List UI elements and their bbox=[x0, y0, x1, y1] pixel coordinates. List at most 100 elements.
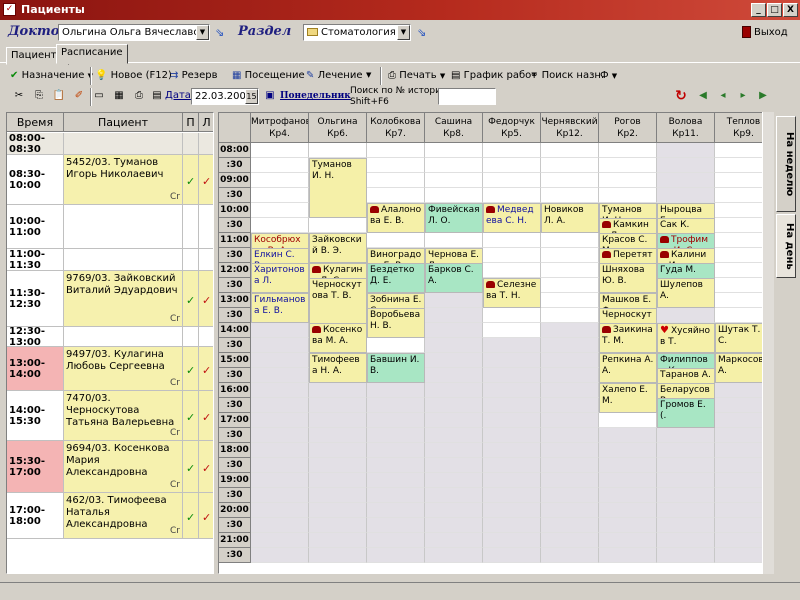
row-l-cell[interactable]: ✓ bbox=[199, 155, 213, 204]
grid-slot[interactable] bbox=[425, 383, 483, 398]
tab-schedule[interactable]: Расписание bbox=[56, 44, 128, 64]
grid-slot[interactable] bbox=[483, 173, 541, 188]
first-page-icon[interactable]: ◀ bbox=[694, 87, 712, 105]
row-l-cell[interactable] bbox=[199, 249, 213, 270]
doctor-column-header[interactable]: Чернявский Кр12. bbox=[541, 113, 599, 143]
grid-slot[interactable] bbox=[425, 368, 483, 383]
grid-slot[interactable] bbox=[541, 293, 599, 308]
grid-slot[interactable] bbox=[251, 428, 309, 443]
grid-slot[interactable] bbox=[367, 533, 425, 548]
grid-slot[interactable] bbox=[425, 458, 483, 473]
grid-slot[interactable] bbox=[599, 518, 657, 533]
grid-slot[interactable] bbox=[657, 488, 715, 503]
prev-icon[interactable]: ◂ bbox=[714, 87, 732, 105]
grid-slot[interactable] bbox=[483, 458, 541, 473]
grid-slot[interactable] bbox=[541, 188, 599, 203]
grid-slot[interactable] bbox=[483, 533, 541, 548]
appointment-cell[interactable]: Воробьева Н. В. bbox=[367, 308, 425, 338]
grid-slot[interactable] bbox=[541, 323, 599, 338]
table-row[interactable]: 10:00-11:00 bbox=[7, 205, 213, 249]
grid-slot[interactable] bbox=[599, 488, 657, 503]
grid-slot[interactable] bbox=[425, 503, 483, 518]
apply-doctor-icon[interactable]: ⇘ bbox=[215, 26, 224, 39]
grid-slot[interactable] bbox=[367, 173, 425, 188]
grid-slot[interactable] bbox=[309, 518, 367, 533]
appointment-cell[interactable]: Халепо Е. М. bbox=[599, 383, 657, 413]
treatment-dropdown[interactable]: ▼ bbox=[366, 66, 371, 85]
grid-slot[interactable] bbox=[483, 353, 541, 368]
refresh-icon[interactable]: ↻ bbox=[672, 87, 690, 105]
grid-slot[interactable] bbox=[251, 338, 309, 353]
appointment-cell[interactable]: Косенкова М. А. bbox=[309, 323, 367, 353]
row-l-cell[interactable]: ✓ bbox=[199, 271, 213, 326]
appointment-cell[interactable]: Фивейская Л. О. bbox=[425, 203, 483, 233]
grid-slot[interactable] bbox=[425, 338, 483, 353]
p-column-header[interactable]: П bbox=[183, 113, 199, 132]
grid-slot[interactable] bbox=[483, 233, 541, 248]
chevron-down-icon[interactable]: ▼ bbox=[612, 72, 617, 80]
appointment-cell[interactable]: Алалонова Е. В. bbox=[367, 203, 425, 233]
grid-slot[interactable] bbox=[657, 158, 715, 173]
appointment-cell[interactable]: Бавшин И. В. bbox=[367, 353, 425, 383]
grid-slot[interactable] bbox=[599, 548, 657, 563]
grid-slot[interactable] bbox=[309, 428, 367, 443]
chevron-down-icon[interactable]: ▼ bbox=[440, 72, 445, 80]
broom-icon[interactable]: ✐ bbox=[70, 87, 88, 105]
grid-slot[interactable] bbox=[251, 368, 309, 383]
grid-slot[interactable] bbox=[541, 488, 599, 503]
grid-slot[interactable] bbox=[425, 173, 483, 188]
grid-slot[interactable] bbox=[425, 323, 483, 338]
doctor-column-header[interactable]: Рогов Кр2. bbox=[599, 113, 657, 143]
grid-slot[interactable] bbox=[367, 488, 425, 503]
grid-slot[interactable] bbox=[657, 533, 715, 548]
grid-slot[interactable] bbox=[309, 218, 367, 233]
grid-slot[interactable] bbox=[251, 548, 309, 563]
grid-slot[interactable] bbox=[541, 338, 599, 353]
grid-slot[interactable] bbox=[483, 248, 541, 263]
grid-slot[interactable] bbox=[541, 428, 599, 443]
doctor-column-header[interactable]: Волова Кр11. bbox=[657, 113, 715, 143]
grid-slot[interactable] bbox=[367, 473, 425, 488]
row-l-cell[interactable] bbox=[199, 327, 213, 346]
grid-slot[interactable] bbox=[483, 383, 541, 398]
next-icon[interactable]: ▸ bbox=[734, 87, 752, 105]
grid-slot[interactable] bbox=[541, 233, 599, 248]
reserve-button[interactable]: ⇉ Резерв bbox=[170, 66, 217, 85]
row-p-cell[interactable]: ✓ bbox=[183, 493, 199, 538]
row-p-cell[interactable] bbox=[183, 205, 199, 248]
grid-slot[interactable] bbox=[599, 533, 657, 548]
grid-slot[interactable] bbox=[309, 473, 367, 488]
row-p-cell[interactable] bbox=[183, 133, 199, 154]
grid-slot[interactable] bbox=[483, 413, 541, 428]
grid-slot[interactable] bbox=[541, 443, 599, 458]
grid-slot[interactable] bbox=[251, 413, 309, 428]
grid-slot[interactable] bbox=[251, 518, 309, 533]
grid-slot[interactable] bbox=[657, 518, 715, 533]
grid-slot[interactable] bbox=[425, 518, 483, 533]
row-p-cell[interactable]: ✓ bbox=[183, 441, 199, 492]
grid-slot[interactable] bbox=[657, 548, 715, 563]
doctor-column-header[interactable]: Колобкова Кр7. bbox=[367, 113, 425, 143]
grid-slot[interactable] bbox=[541, 458, 599, 473]
grid-slot[interactable] bbox=[599, 413, 657, 428]
schedule-button[interactable]: ▤ График работ bbox=[451, 66, 537, 85]
grid-slot[interactable] bbox=[483, 323, 541, 338]
grid-slot[interactable] bbox=[657, 143, 715, 158]
grid-slot[interactable] bbox=[541, 533, 599, 548]
grid-slot[interactable] bbox=[657, 308, 715, 323]
grid-slot[interactable] bbox=[425, 473, 483, 488]
l-column-header[interactable]: Л bbox=[199, 113, 213, 132]
grid-slot[interactable] bbox=[425, 308, 483, 323]
grid-scrollbar[interactable] bbox=[762, 112, 774, 574]
doctor-column-header[interactable]: Сашина Кр8. bbox=[425, 113, 483, 143]
search-appointment-button[interactable]: ⚭ Поиск назн. bbox=[530, 66, 604, 85]
grid-slot[interactable] bbox=[425, 548, 483, 563]
grid-slot[interactable] bbox=[425, 488, 483, 503]
paste-icon[interactable]: 📋 bbox=[50, 87, 68, 105]
grid-slot[interactable] bbox=[425, 443, 483, 458]
grid-slot[interactable] bbox=[657, 473, 715, 488]
today-icon[interactable]: ▣ bbox=[261, 87, 279, 105]
grid-slot[interactable] bbox=[483, 488, 541, 503]
grid-slot[interactable] bbox=[425, 428, 483, 443]
appointment-cell[interactable]: Зайковский В. Э. bbox=[309, 233, 367, 263]
